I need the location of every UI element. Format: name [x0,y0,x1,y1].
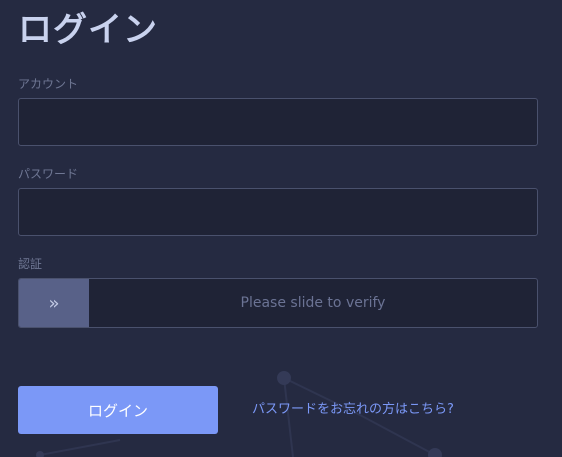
password-input[interactable] [18,188,538,236]
account-input[interactable] [18,98,538,146]
slide-verify-text: Please slide to verify [240,295,386,311]
password-label: パスワード [18,167,79,181]
page-title: ログイン [18,10,158,50]
login-button[interactable]: ログイン [18,386,218,434]
forgot-password-link[interactable]: パスワードをお忘れの方はこちら? [252,401,454,419]
slide-verify-track[interactable]: » Please slide to verify [18,278,538,328]
double-chevron-right-icon: » [48,292,60,314]
account-label: アカウント [18,77,79,91]
slide-verify-handle[interactable]: » [19,279,89,327]
verify-label: 認証 [18,257,43,271]
